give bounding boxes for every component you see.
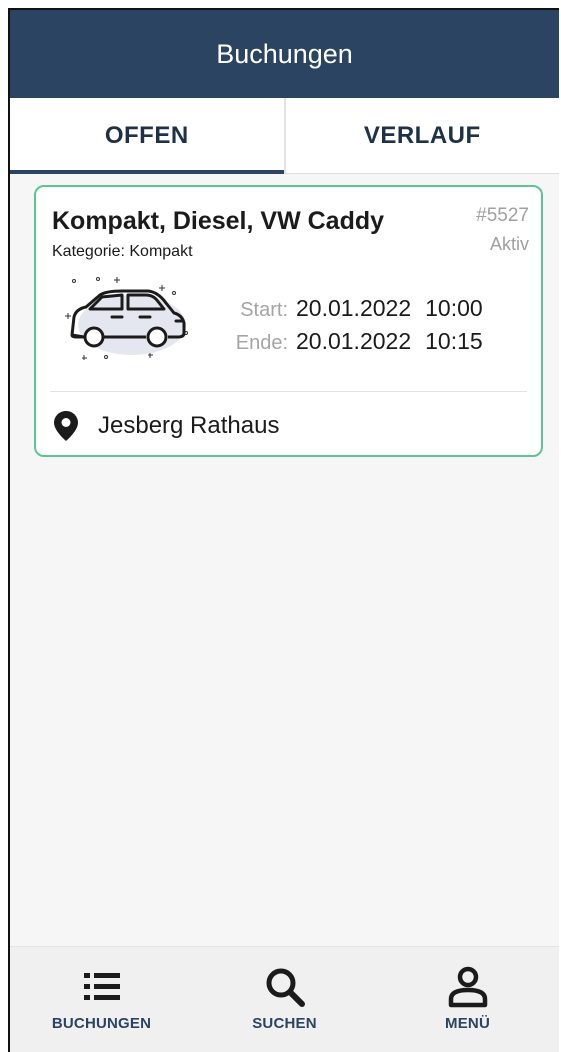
- end-date: 20.01.2022: [296, 328, 412, 354]
- person-icon: [448, 966, 487, 1008]
- search-icon: [266, 968, 305, 1007]
- booking-card[interactable]: Kompakt, Diesel, VW Caddy Kategorie: Kom…: [34, 185, 543, 457]
- booking-title: Kompakt, Diesel, VW Caddy: [52, 207, 385, 235]
- end-label: Ende:: [235, 332, 288, 354]
- page-title: Buchungen: [216, 38, 353, 69]
- start-time-row: Start: 20.01.2022 10:00: [226, 295, 483, 322]
- location-name: Jesberg Rathaus: [98, 412, 280, 439]
- start-date: 20.01.2022: [296, 295, 412, 321]
- tab-label: VERLAUF: [363, 121, 481, 149]
- bottom-navigation: BUCHUNGEN SUCHEN MENÜ: [10, 946, 559, 1052]
- booking-id: #5527: [476, 205, 529, 226]
- tab-offen[interactable]: OFFEN: [10, 98, 284, 174]
- car-icon: [65, 277, 188, 360]
- location-pin-icon: [54, 411, 78, 441]
- nav-label: BUCHUNGEN: [51, 1015, 152, 1032]
- nav-suchen[interactable]: SUCHEN: [193, 947, 376, 1052]
- start-label: Start:: [240, 299, 288, 321]
- booking-location: Jesberg Rathaus: [54, 411, 279, 441]
- nav-label: MENÜ: [445, 1015, 490, 1032]
- card-divider: [50, 391, 527, 392]
- nav-menu[interactable]: MENÜ: [376, 947, 559, 1052]
- end-time-row: Ende: 20.01.2022 10:15: [226, 328, 483, 355]
- tab-verlauf[interactable]: VERLAUF: [283, 98, 560, 173]
- end-time: 10:15: [425, 328, 483, 354]
- booking-category: Kategorie: Kompakt: [52, 243, 193, 260]
- nav-buchungen[interactable]: BUCHUNGEN: [10, 947, 193, 1052]
- app-screen: Buchungen OFFEN VERLAUF Kompakt, Diesel,…: [8, 8, 559, 1052]
- nav-label: SUCHEN: [252, 1015, 317, 1032]
- app-header: Buchungen: [10, 10, 559, 98]
- tab-bar: OFFEN VERLAUF: [10, 98, 559, 174]
- status-badge: Aktiv: [489, 234, 529, 254]
- start-time: 10:00: [425, 295, 483, 321]
- list-icon: [83, 973, 120, 1000]
- tab-label: OFFEN: [104, 121, 189, 149]
